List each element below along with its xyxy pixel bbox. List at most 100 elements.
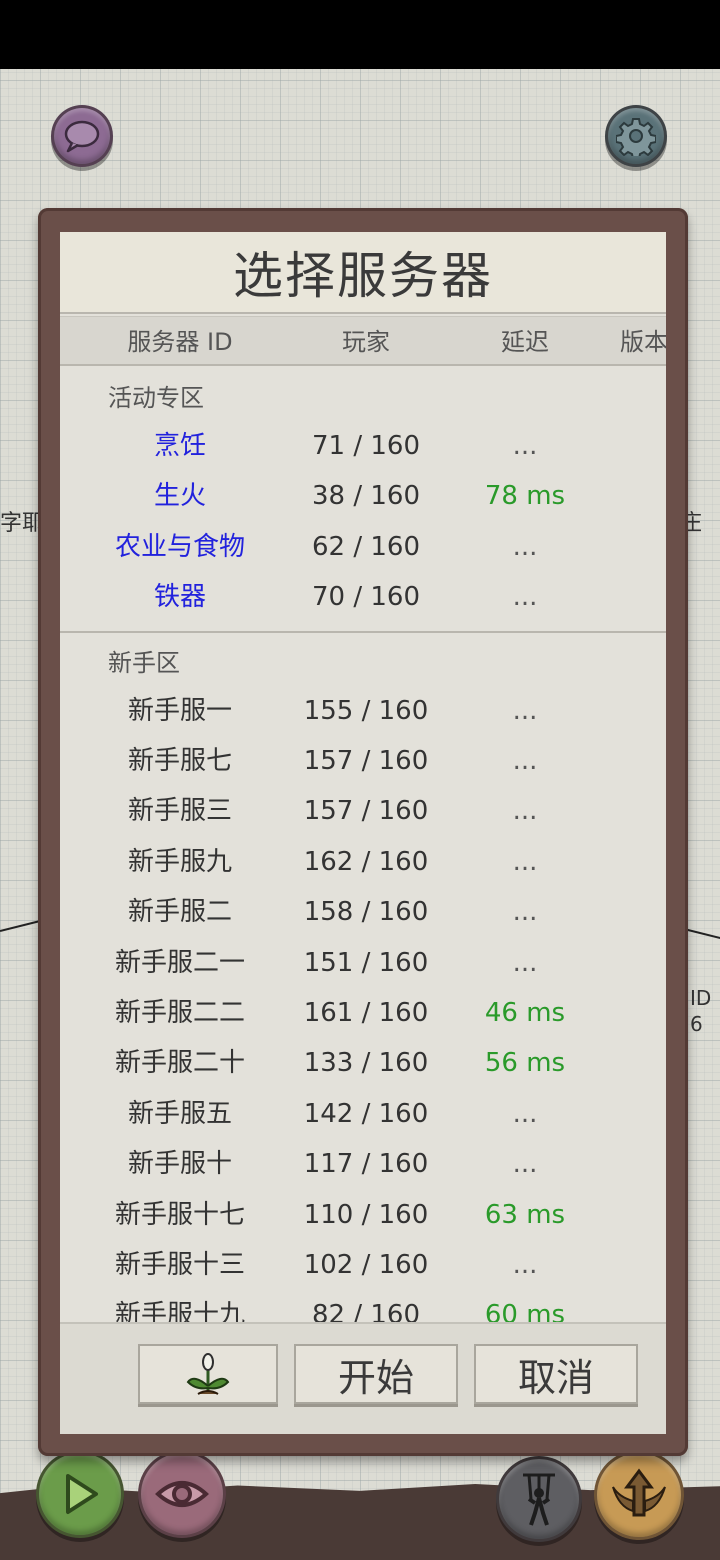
- player-count: 110 / 160: [303, 1199, 429, 1230]
- player-count: 158 / 160: [303, 897, 429, 928]
- player-count: 71 / 160: [312, 431, 420, 461]
- player-count: 117 / 160: [303, 1149, 429, 1180]
- server-row[interactable]: 新手服二 158 / 160...: [60, 887, 666, 937]
- section-title: 活动专区: [108, 384, 204, 412]
- server-name: 新手服十: [127, 1149, 232, 1180]
- ping-value: ...: [512, 431, 538, 461]
- ping-value: ...: [512, 582, 538, 613]
- background-id-text: ID: [690, 986, 712, 1010]
- server-name: 新手服十七: [114, 1199, 245, 1230]
- server-name: 农业与食物: [114, 531, 245, 562]
- server-name: 新手服九: [127, 846, 232, 877]
- table-header: 服务器 ID 玩家 延迟 版本: [60, 316, 666, 366]
- ping-value: ...: [512, 746, 538, 776]
- server-name: 新手服二十: [114, 1048, 245, 1079]
- server-row[interactable]: 新手服三 157 / 160...: [60, 786, 666, 836]
- server-row[interactable]: 农业与食物 62 / 160...: [60, 522, 666, 572]
- play-button[interactable]: [36, 1450, 124, 1538]
- ping-value: 46 ms: [484, 998, 566, 1028]
- puppet-icon: [523, 1473, 555, 1526]
- chat-button[interactable]: [51, 105, 113, 167]
- dialog-title: 选择服务器: [60, 232, 666, 314]
- column-header-version[interactable]: 版本: [620, 317, 666, 367]
- ping-value: ...: [512, 1250, 538, 1280]
- winged-arrow-icon: [612, 1468, 666, 1517]
- server-row[interactable]: 新手服二一 151 / 160...: [60, 938, 666, 988]
- server-name: 烹饪: [153, 431, 206, 461]
- player-count: 62 / 160: [312, 531, 420, 562]
- player-count: 38 / 160: [312, 481, 420, 512]
- server-name: 新手服二二: [114, 998, 245, 1028]
- ping-value: ...: [512, 796, 538, 827]
- player-count: 157 / 160: [303, 796, 429, 827]
- player-count: 133 / 160: [303, 1048, 429, 1079]
- player-count: 157 / 160: [303, 746, 429, 776]
- ping-value: 78 ms: [484, 481, 566, 512]
- gear-icon: [616, 118, 656, 156]
- column-header-server-id[interactable]: 服务器 ID: [60, 317, 300, 367]
- server-list[interactable]: 活动专区烹饪 71 / 160... 生火 38 / 160 78 ms 农业与食物 62 …: [60, 368, 666, 1322]
- eye-icon: [155, 1481, 209, 1507]
- plant-icon: [186, 1353, 230, 1395]
- ping-value: 60 ms: [484, 1300, 566, 1322]
- column-header-players[interactable]: 玩家: [286, 317, 446, 367]
- upgrade-button[interactable]: [594, 1450, 684, 1540]
- background-id-label: ID 6: [690, 985, 711, 1037]
- puppet-button[interactable]: [496, 1456, 582, 1542]
- section-divider: [60, 630, 666, 633]
- server-row[interactable]: 生火 38 / 160 78 ms: [60, 471, 666, 521]
- background-id-value: 6: [690, 1012, 703, 1036]
- server-row[interactable]: 新手服十七 110 / 160 63 ms: [60, 1190, 666, 1240]
- play-icon: [66, 1474, 98, 1514]
- ping-value: ...: [512, 1098, 538, 1129]
- ping-value: ...: [512, 947, 538, 978]
- server-row[interactable]: 新手服九 162 / 160...: [60, 837, 666, 887]
- ping-value: ...: [512, 695, 538, 726]
- ping-value: ...: [512, 1149, 538, 1180]
- server-row[interactable]: 新手服十 117 / 160...: [60, 1139, 666, 1189]
- server-name: 新手服三: [127, 796, 232, 827]
- ping-value: 56 ms: [484, 1048, 566, 1079]
- server-row[interactable]: 新手服五 142 / 160...: [60, 1089, 666, 1139]
- server-row[interactable]: 铁器 70 / 160...: [60, 572, 666, 622]
- server-name: 生火: [153, 481, 206, 512]
- server-name: 新手服七: [127, 746, 232, 776]
- ping-value: ...: [512, 846, 538, 877]
- server-name: 新手服五: [127, 1098, 232, 1129]
- server-name: 新手服二一: [114, 947, 245, 978]
- player-count: 82 / 160: [312, 1300, 420, 1322]
- server-select-dialog: 选择服务器 服务器 ID 玩家 延迟 版本 活动专区烹饪 71 / 160... 生…: [60, 232, 666, 1434]
- view-button[interactable]: [138, 1450, 226, 1538]
- player-count: 155 / 160: [303, 695, 429, 726]
- section-title: 新手区: [108, 648, 180, 677]
- settings-button[interactable]: [605, 105, 667, 167]
- plant-button[interactable]: [138, 1344, 278, 1404]
- player-count: 162 / 160: [303, 846, 429, 877]
- status-bar: [0, 0, 720, 69]
- server-row[interactable]: 新手服十三 102 / 160...: [60, 1240, 666, 1290]
- server-row[interactable]: 新手服二二 161 / 160 46 ms: [60, 988, 666, 1038]
- chat-bubble-icon: [64, 120, 100, 153]
- server-row[interactable]: 烹饪 71 / 160...: [60, 421, 666, 471]
- server-name: 新手服二: [127, 897, 232, 928]
- server-row[interactable]: 新手服七 157 / 160...: [60, 736, 666, 786]
- dialog-footer: 开始 取消: [60, 1322, 666, 1434]
- player-count: 151 / 160: [303, 947, 429, 978]
- cancel-button[interactable]: 取消: [474, 1344, 638, 1404]
- player-count: 161 / 160: [303, 998, 429, 1028]
- player-count: 142 / 160: [303, 1098, 429, 1129]
- server-name: 新手服一: [127, 695, 232, 726]
- column-header-ping[interactable]: 延迟: [455, 317, 595, 367]
- player-count: 70 / 160: [312, 582, 420, 613]
- server-name: 新手服十九: [114, 1300, 245, 1322]
- start-button[interactable]: 开始: [294, 1344, 458, 1404]
- background-line: [683, 928, 720, 940]
- ping-value: 63 ms: [484, 1199, 566, 1230]
- server-row[interactable]: 新手服十九 82 / 160 60 ms: [60, 1290, 666, 1322]
- server-row[interactable]: 新手服二十 133 / 160 56 ms: [60, 1038, 666, 1088]
- ping-value: ...: [512, 897, 538, 928]
- server-name: 新手服十三: [114, 1250, 245, 1280]
- server-row[interactable]: 新手服一 155 / 160...: [60, 686, 666, 736]
- player-count: 102 / 160: [303, 1250, 429, 1280]
- ping-value: ...: [512, 531, 538, 562]
